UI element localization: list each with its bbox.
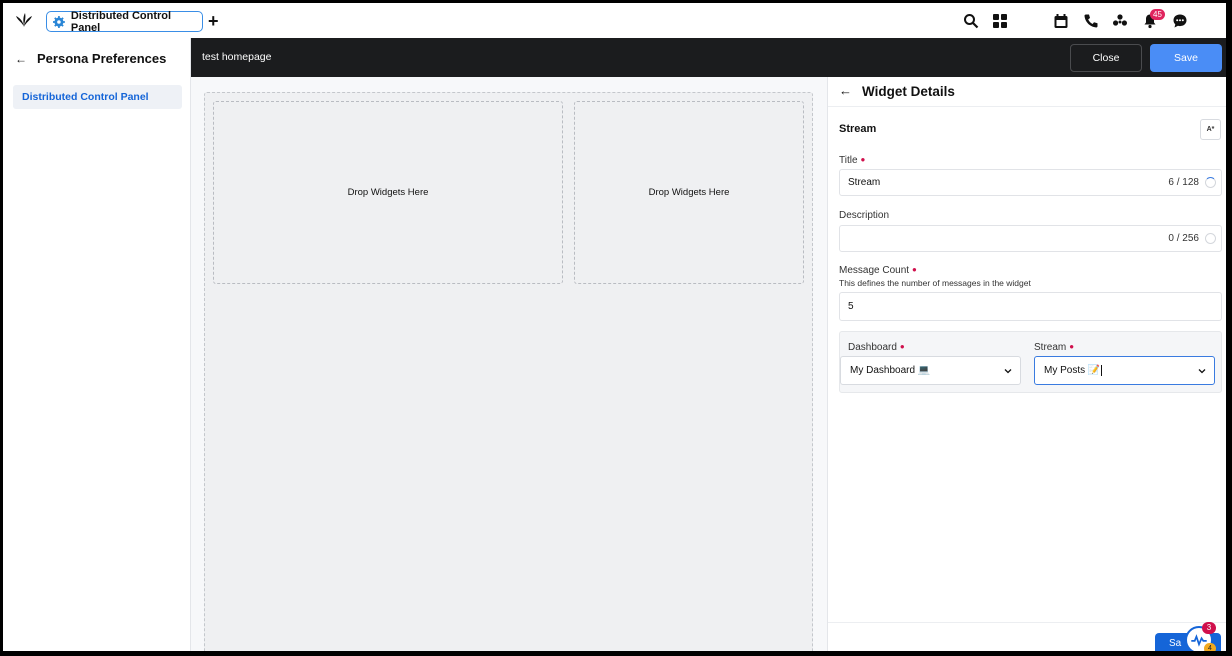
app-window: Distributed Control Panel + 45 ← Persona… bbox=[3, 3, 1226, 651]
required-marker: ● bbox=[899, 342, 905, 351]
sidebar-header: ← Persona Preferences bbox=[15, 51, 166, 66]
panel-header: ← Widget Details bbox=[828, 77, 1226, 107]
message-count-help: This defines the number of messages in t… bbox=[839, 278, 1031, 288]
community-icon[interactable] bbox=[1112, 13, 1128, 29]
new-tab-button[interactable]: + bbox=[208, 12, 219, 30]
fab-secondary-badge: 4 bbox=[1204, 643, 1216, 651]
description-input[interactable]: 0 / 256 bbox=[839, 225, 1222, 252]
chat-icon[interactable] bbox=[1172, 13, 1188, 29]
phone-icon[interactable] bbox=[1083, 13, 1099, 29]
sidebar-title: Persona Preferences bbox=[37, 51, 167, 66]
search-icon[interactable] bbox=[963, 13, 979, 29]
drop-zone-left[interactable]: Drop Widgets Here bbox=[213, 101, 563, 284]
layout-canvas: Drop Widgets Here Drop Widgets Here bbox=[191, 77, 827, 651]
sidebar-item-distributed-control-panel[interactable]: Distributed Control Panel bbox=[13, 85, 182, 109]
chevron-down-icon bbox=[1198, 369, 1206, 374]
calendar-icon[interactable] bbox=[1053, 13, 1069, 29]
apps-grid-icon[interactable] bbox=[992, 13, 1008, 29]
message-count-label: Message Count ● bbox=[839, 265, 917, 276]
tab-distributed-control-panel[interactable]: Distributed Control Panel bbox=[46, 9, 203, 34]
stream-source-group: Dashboard ● My Dashboard 💻 Stream ● My Pos… bbox=[839, 331, 1222, 393]
message-count-value: 5 bbox=[848, 301, 854, 312]
message-count-input[interactable]: 5 bbox=[839, 292, 1222, 321]
drop-zone-right[interactable]: Drop Widgets Here bbox=[574, 101, 804, 284]
page-title: test homepage bbox=[202, 51, 272, 63]
required-marker: ● bbox=[912, 265, 917, 274]
panel-footer: Sa bbox=[828, 622, 1226, 651]
text-cursor bbox=[1101, 364, 1103, 376]
char-limit-ring-icon bbox=[1205, 233, 1216, 244]
section-title: Stream bbox=[839, 123, 877, 135]
stream-value: My Posts 📝 bbox=[1044, 365, 1101, 376]
top-bar: Distributed Control Panel + 45 bbox=[3, 3, 1226, 38]
canvas-section: Drop Widgets Here Drop Widgets Here bbox=[204, 92, 813, 651]
back-arrow-icon[interactable]: ← bbox=[839, 83, 852, 98]
tab-label: Distributed Control Panel bbox=[70, 9, 172, 34]
fab-count-badge: 3 bbox=[1202, 622, 1216, 634]
notification-count-badge: 45 bbox=[1150, 9, 1165, 20]
required-marker: ● bbox=[1069, 342, 1075, 351]
panel-title: Widget Details bbox=[862, 84, 955, 99]
dashboard-value: My Dashboard 💻 bbox=[850, 365, 931, 376]
title-char-count: 6 / 128 bbox=[1168, 177, 1199, 188]
title-input[interactable]: Stream 6 / 128 bbox=[839, 169, 1222, 196]
save-button[interactable]: Save bbox=[1150, 44, 1222, 72]
left-sidebar: ← Persona Preferences Distributed Contro… bbox=[3, 38, 191, 651]
back-arrow-icon[interactable]: ← bbox=[15, 52, 27, 66]
page-header: test homepage Close Save bbox=[191, 38, 1226, 77]
chevron-down-icon bbox=[1004, 369, 1012, 374]
required-marker: ● bbox=[860, 155, 866, 164]
stream-label: Stream ● bbox=[1034, 342, 1075, 353]
widget-details-panel: ← Widget Details Stream A* Title ● Stream… bbox=[827, 77, 1226, 651]
dashboard-label: Dashboard ● bbox=[848, 342, 905, 353]
text-format-button[interactable]: A* bbox=[1200, 119, 1221, 140]
title-value: Stream bbox=[848, 177, 881, 188]
description-label: Description bbox=[839, 210, 890, 221]
title-label: Title ● bbox=[839, 155, 866, 166]
description-char-count: 0 / 256 bbox=[1168, 233, 1199, 244]
close-button[interactable]: Close bbox=[1070, 44, 1142, 72]
dashboard-select[interactable]: My Dashboard 💻 bbox=[840, 356, 1021, 385]
stream-select[interactable]: My Posts 📝 bbox=[1034, 356, 1215, 385]
char-limit-ring-icon bbox=[1205, 177, 1216, 188]
gear-icon bbox=[53, 15, 65, 28]
brand-logo-icon[interactable] bbox=[15, 12, 33, 28]
